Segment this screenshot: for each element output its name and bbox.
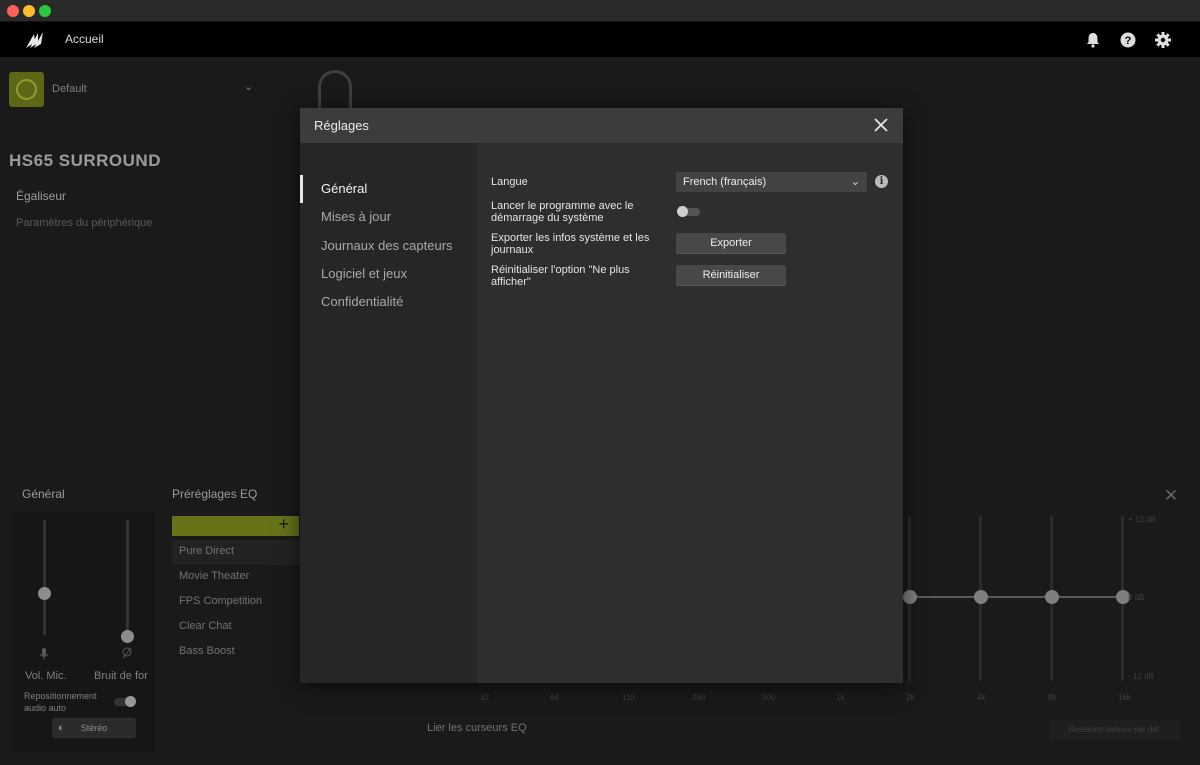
svg-text:?: ? xyxy=(1125,35,1132,47)
app-header: Accueil ? xyxy=(0,22,1200,57)
settings-tab-sensor-logs[interactable]: Journaux des capteurs xyxy=(321,238,453,253)
startup-toggle[interactable] xyxy=(677,206,700,217)
corsair-logo-icon[interactable] xyxy=(24,30,46,50)
settings-tab-privacy[interactable]: Confidentialité xyxy=(321,294,403,309)
language-select[interactable]: French (français) ⌄ xyxy=(676,172,867,192)
startup-label: Lancer le programme avec le démarrage du… xyxy=(491,200,634,224)
window-minimize-button[interactable] xyxy=(23,5,35,17)
gear-icon[interactable] xyxy=(1154,31,1172,49)
home-link[interactable]: Accueil xyxy=(65,32,104,46)
language-value: French (français) xyxy=(683,176,767,188)
reset-dont-show-label: Réinitialiser l'option "Ne plus afficher… xyxy=(491,264,630,288)
window-close-button[interactable] xyxy=(7,5,19,17)
dialog-title: Réglages xyxy=(314,118,369,133)
close-icon[interactable] xyxy=(870,114,892,136)
settings-sidebar: Général Mises à jour Journaux des capteu… xyxy=(300,143,477,683)
settings-dialog: Réglages Général Mises à jour Journaux d… xyxy=(300,108,903,683)
info-icon[interactable]: i xyxy=(875,175,888,188)
settings-general-panel: Langue French (français) ⌄ i Lancer le p… xyxy=(477,143,903,683)
language-label: Langue xyxy=(491,176,528,188)
dialog-header: Réglages xyxy=(300,108,903,143)
active-tab-indicator xyxy=(300,175,303,203)
export-label: Exporter les infos système et les journa… xyxy=(491,232,650,256)
window-zoom-button[interactable] xyxy=(39,5,51,17)
reset-button[interactable]: Réinitialiser xyxy=(676,265,786,286)
settings-tab-general[interactable]: Général xyxy=(321,181,367,196)
settings-tab-updates[interactable]: Mises à jour xyxy=(321,209,391,224)
bell-icon[interactable] xyxy=(1084,31,1102,49)
export-button[interactable]: Exporter xyxy=(676,233,786,254)
settings-tab-software-games[interactable]: Logiciel et jeux xyxy=(321,266,407,281)
window-titlebar xyxy=(0,0,1200,22)
help-icon[interactable]: ? xyxy=(1119,31,1137,49)
chevron-down-icon: ⌄ xyxy=(850,176,860,188)
